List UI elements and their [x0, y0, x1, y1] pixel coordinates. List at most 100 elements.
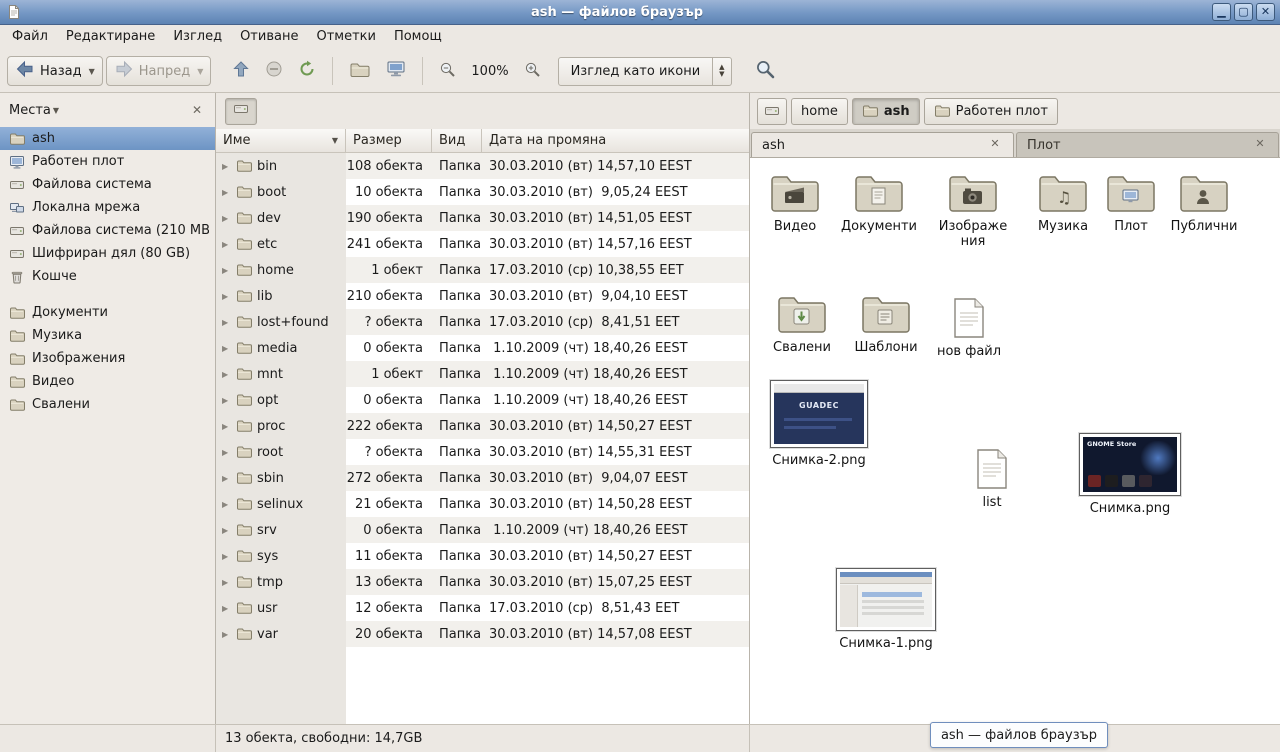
forward-button[interactable]: Напред ▼: [106, 56, 212, 86]
sidebar-title-caret-icon[interactable]: ▼: [53, 106, 59, 115]
sidebar-item[interactable]: Музика: [0, 324, 215, 347]
file-row[interactable]: ▶ home 1 обект Папка 17.03.2010 (ср) 10,…: [216, 257, 749, 283]
path-button[interactable]: home: [791, 98, 848, 125]
item-downloads[interactable]: Свалени: [760, 293, 844, 355]
expander-icon[interactable]: ▶: [222, 214, 231, 223]
sidebar-item[interactable]: Шифриран дял (80 GB): [0, 242, 215, 265]
expander-icon[interactable]: ▶: [222, 526, 231, 535]
expander-icon[interactable]: ▶: [222, 552, 231, 561]
file-row[interactable]: ▶ sbin 272 обекта Папка 30.03.2010 (вт) …: [216, 465, 749, 491]
expander-icon[interactable]: ▶: [222, 474, 231, 483]
menu-item[interactable]: Изглед: [164, 25, 231, 50]
column-header-date[interactable]: Дата на промяна: [482, 129, 749, 153]
file-row[interactable]: ▶ dev 190 обекта Папка 30.03.2010 (вт) 1…: [216, 205, 749, 231]
sidebar-close-icon[interactable]: ✕: [188, 103, 206, 117]
file-row[interactable]: ▶ usr 12 обекта Папка 17.03.2010 (ср) 8,…: [216, 595, 749, 621]
forward-history-caret-icon[interactable]: ▼: [197, 67, 203, 76]
item-pictures[interactable]: Изображения: [937, 172, 1009, 249]
item-templates[interactable]: Шаблони: [844, 293, 928, 355]
expander-icon[interactable]: ▶: [222, 578, 231, 587]
expander-icon[interactable]: ▶: [222, 396, 231, 405]
item-video[interactable]: Видео: [753, 172, 837, 234]
reload-button[interactable]: [292, 56, 322, 86]
view-mode-combobox[interactable]: Изглед като икони ▲▼: [558, 57, 732, 86]
menu-item[interactable]: Редактиране: [57, 25, 164, 50]
item-snimka[interactable]: GNOME Store Снимка.png: [1074, 433, 1186, 516]
expander-icon[interactable]: ▶: [222, 500, 231, 509]
file-row[interactable]: ▶ boot 10 обекта Папка 30.03.2010 (вт) 9…: [216, 179, 749, 205]
sidebar-item[interactable]: Документи: [0, 301, 215, 324]
expander-icon[interactable]: ▶: [222, 318, 231, 327]
file-row[interactable]: ▶ media 0 обекта Папка 1.10.2009 (чт) 18…: [216, 335, 749, 361]
expander-icon[interactable]: ▶: [222, 370, 231, 379]
sidebar-item[interactable]: Локална мрежа: [0, 196, 215, 219]
sidebar-item[interactable]: Кошче: [0, 265, 215, 288]
file-row[interactable]: ▶ var 20 обекта Папка 30.03.2010 (вт) 14…: [216, 621, 749, 647]
expander-icon[interactable]: ▶: [222, 344, 231, 353]
path-button[interactable]: ash: [852, 98, 920, 125]
sidebar-item[interactable]: Свалени: [0, 393, 215, 416]
expander-icon[interactable]: ▶: [222, 266, 231, 275]
sidebar-title[interactable]: Места: [9, 103, 51, 118]
expander-icon[interactable]: ▶: [222, 604, 231, 613]
computer-button[interactable]: [380, 56, 412, 86]
search-button[interactable]: [749, 56, 781, 86]
sidebar-item[interactable]: Файлова система: [0, 173, 215, 196]
item-documents[interactable]: Документи: [837, 172, 921, 234]
tab-close-icon[interactable]: ✕: [1252, 137, 1268, 153]
tab[interactable]: Плот ✕: [1016, 132, 1279, 157]
menu-item[interactable]: Помощ: [385, 25, 451, 50]
back-history-caret-icon[interactable]: ▼: [89, 67, 95, 76]
file-row[interactable]: ▶ mnt 1 обект Папка 1.10.2009 (чт) 18,40…: [216, 361, 749, 387]
file-row[interactable]: ▶ bin 108 обекта Папка 30.03.2010 (вт) 1…: [216, 153, 749, 179]
file-row[interactable]: ▶ srv 0 обекта Папка 1.10.2009 (чт) 18,4…: [216, 517, 749, 543]
stop-button[interactable]: [259, 56, 289, 86]
file-row[interactable]: ▶ sys 11 обекта Папка 30.03.2010 (вт) 14…: [216, 543, 749, 569]
menu-item[interactable]: Отметки: [307, 25, 384, 50]
file-row[interactable]: ▶ etc 241 обекта Папка 30.03.2010 (вт) 1…: [216, 231, 749, 257]
item-snimka1[interactable]: Снимка-1.png: [830, 568, 942, 651]
expander-icon[interactable]: ▶: [222, 240, 231, 249]
file-row[interactable]: ▶ lost+found ? обекта Папка 17.03.2010 (…: [216, 309, 749, 335]
item-listfile[interactable]: list: [950, 448, 1034, 510]
item-desktop[interactable]: Плот: [1089, 172, 1173, 234]
file-row[interactable]: ▶ lib 210 обекта Папка 30.03.2010 (вт) 9…: [216, 283, 749, 309]
expander-icon[interactable]: ▶: [222, 162, 231, 171]
file-row[interactable]: ▶ tmp 13 обекта Папка 30.03.2010 (вт) 15…: [216, 569, 749, 595]
file-row[interactable]: ▶ selinux 21 обекта Папка 30.03.2010 (вт…: [216, 491, 749, 517]
path-button[interactable]: Работен плот: [924, 98, 1058, 125]
column-header-type[interactable]: Вид: [432, 129, 482, 153]
close-button[interactable]: ✕: [1256, 3, 1275, 21]
path-button[interactable]: [757, 98, 787, 125]
tab-close-icon[interactable]: ✕: [987, 137, 1003, 153]
pathbar-root-button[interactable]: [225, 98, 257, 125]
up-button[interactable]: [226, 56, 256, 86]
maximize-button[interactable]: ▢: [1234, 3, 1253, 21]
zoom-out-button[interactable]: [433, 56, 462, 86]
sidebar-item[interactable]: Файлова система (210 MB): [0, 219, 215, 242]
sidebar-item[interactable]: Изображения: [0, 347, 215, 370]
file-row[interactable]: ▶ proc 222 обекта Папка 30.03.2010 (вт) …: [216, 413, 749, 439]
minimize-button[interactable]: ▁: [1212, 3, 1231, 21]
menu-item[interactable]: Файл: [3, 25, 57, 50]
file-row[interactable]: ▶ root ? обекта Папка 30.03.2010 (вт) 14…: [216, 439, 749, 465]
file-row[interactable]: ▶ opt 0 обекта Папка 1.10.2009 (чт) 18,4…: [216, 387, 749, 413]
expander-icon[interactable]: ▶: [222, 188, 231, 197]
expander-icon[interactable]: ▶: [222, 448, 231, 457]
sidebar-item[interactable]: ash: [0, 127, 215, 150]
item-snimka2[interactable]: GUADEC Снимка-2.png: [763, 380, 875, 468]
expander-icon[interactable]: ▶: [222, 292, 231, 301]
zoom-in-button[interactable]: [518, 56, 547, 86]
item-public[interactable]: Публични: [1162, 172, 1246, 234]
menu-item[interactable]: Отиване: [231, 25, 307, 50]
sidebar-item[interactable]: Видео: [0, 370, 215, 393]
expander-icon[interactable]: ▶: [222, 630, 231, 639]
home-button[interactable]: [343, 56, 377, 86]
item-newfile[interactable]: нов файл: [927, 297, 1011, 359]
column-header-name[interactable]: Име ▼: [216, 129, 346, 153]
back-button[interactable]: Назад ▼: [7, 56, 103, 86]
expander-icon[interactable]: ▶: [222, 422, 231, 431]
column-header-size[interactable]: Размер: [346, 129, 432, 153]
tab[interactable]: ash ✕: [751, 132, 1014, 157]
sidebar-item[interactable]: Работен плот: [0, 150, 215, 173]
